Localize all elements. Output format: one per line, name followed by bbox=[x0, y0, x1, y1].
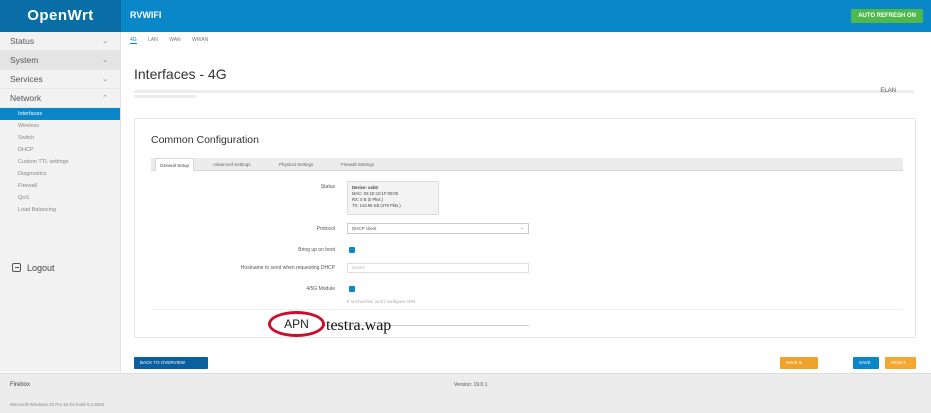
sidebar-subitem-dhcp[interactable]: DHCP bbox=[0, 144, 120, 156]
footer-version: Version: 19.0.1 bbox=[454, 382, 488, 388]
sidebar-item-label: System bbox=[10, 55, 39, 65]
apn-annotation-label: APN bbox=[268, 311, 325, 337]
sidebar-item-label: Services bbox=[10, 74, 43, 84]
common-configuration-panel: Common Configuration General Setup Advan… bbox=[134, 118, 916, 338]
back-to-overview-button[interactable]: BACK TO OVERVIEW bbox=[134, 357, 208, 369]
page-title: Interfaces - 4G bbox=[134, 66, 227, 82]
subtab-wan[interactable]: WAN bbox=[169, 37, 180, 43]
brand-logo[interactable]: OpenWrt bbox=[0, 0, 121, 32]
chevron-up-icon: ⌃ bbox=[102, 95, 108, 102]
description-keyword: ELAN bbox=[880, 88, 896, 94]
footer: Firebox Version: 19.0.1 Microsoft Window… bbox=[0, 373, 931, 413]
protocol-select[interactable]: DHCP client ⌄ bbox=[347, 223, 529, 234]
sidebar-subitem-firewall[interactable]: Firewall bbox=[0, 180, 120, 192]
chevron-down-icon: ⌄ bbox=[519, 225, 524, 231]
sidebar-subitem-custom-ttl[interactable]: Custom TTL settings bbox=[0, 156, 120, 168]
tab-advanced-settings[interactable]: Advanced Settings bbox=[209, 158, 255, 171]
sidebar-item-label: Status bbox=[10, 36, 35, 46]
sidebar-item-network[interactable]: Network ⌃ bbox=[0, 89, 120, 108]
status-box: Device: usb0 MAC: 02:1E:10:1F:00:00 RX: … bbox=[347, 181, 439, 215]
protocol-label: Protocol bbox=[316, 226, 335, 232]
reset-button[interactable]: RESET bbox=[885, 357, 916, 369]
hostname-label: Hostname to send when requesting DHCP bbox=[240, 265, 335, 271]
chevron-down-icon: ⌄ bbox=[102, 76, 108, 83]
hostname-label: RVWIFI bbox=[130, 10, 162, 20]
interface-subtabs: 4G LAN WAN WWAN bbox=[130, 37, 218, 47]
subtab-4g[interactable]: 4G bbox=[130, 37, 137, 44]
sidebar-item-services[interactable]: Services ⌄ bbox=[0, 70, 120, 89]
logout-label: Logout bbox=[27, 263, 55, 273]
chevron-down-icon: ⌄ bbox=[102, 38, 108, 45]
bring-up-checkbox[interactable] bbox=[349, 247, 355, 253]
apn-annotation-value: testra.wap bbox=[326, 317, 392, 334]
save-apply-button[interactable]: SAVE & APPLY bbox=[780, 357, 818, 377]
chevron-down-icon: ⌄ bbox=[102, 57, 108, 64]
sidebar-subitem-switch[interactable]: Switch bbox=[0, 132, 120, 144]
module-label: 4/5G Module bbox=[306, 286, 335, 292]
sidebar-item-status[interactable]: Status ⌄ bbox=[0, 32, 120, 51]
tab-general-setup[interactable]: General Setup bbox=[155, 158, 195, 171]
divider bbox=[151, 309, 903, 310]
module-checkbox[interactable] bbox=[349, 286, 355, 292]
status-label: Status bbox=[320, 184, 335, 190]
sidebar-item-label: Network bbox=[10, 93, 42, 103]
sidebar: Status ⌄ System ⌄ Services ⌄ Network ⌃ I… bbox=[0, 32, 121, 372]
top-header: OpenWrt RVWIFI AUTO REFRESH ON bbox=[0, 0, 931, 32]
description-line bbox=[134, 95, 197, 98]
save-button[interactable]: SAVE bbox=[853, 357, 879, 369]
sidebar-item-system[interactable]: System ⌄ bbox=[0, 51, 120, 70]
logout-icon bbox=[12, 263, 21, 272]
footer-sub: Microsoft Windows 10 Pro 64-bit build 6.… bbox=[10, 402, 105, 407]
page-description: ELAN bbox=[134, 88, 914, 102]
sidebar-subitem-diagnostics[interactable]: Diagnostics bbox=[0, 168, 120, 180]
subtab-lan[interactable]: LAN bbox=[148, 37, 158, 43]
bring-up-label: Bring up on boot bbox=[298, 247, 335, 253]
protocol-value: DHCP client bbox=[352, 226, 377, 231]
tab-firewall-settings[interactable]: Firewall Settings bbox=[337, 158, 378, 171]
tab-physical-settings[interactable]: Physical Settings bbox=[275, 158, 317, 171]
auto-refresh-button[interactable]: AUTO REFRESH ON bbox=[851, 9, 923, 23]
subtab-wwan[interactable]: WWAN bbox=[192, 37, 208, 43]
footer-label: Firebox bbox=[10, 382, 31, 388]
section-title: Common Configuration bbox=[151, 134, 259, 146]
sidebar-subitem-qos[interactable]: QoS bbox=[0, 192, 120, 204]
logout-link[interactable]: Logout bbox=[12, 263, 55, 273]
sidebar-subitem-interfaces[interactable]: Interfaces bbox=[0, 108, 120, 120]
status-tx: TX: 143.95 KB (478 Pkts.) bbox=[352, 203, 401, 208]
sidebar-subitem-wireless[interactable]: Wireless bbox=[0, 120, 120, 132]
description-line bbox=[134, 90, 914, 93]
module-hint: If unchecked, won't configure APN bbox=[347, 299, 416, 304]
hostname-input[interactable]: Dexter bbox=[347, 263, 529, 273]
config-tabbar: General Setup Advanced Settings Physical… bbox=[151, 158, 903, 171]
sidebar-subitem-load-balancing[interactable]: Load Balancing bbox=[0, 204, 120, 216]
